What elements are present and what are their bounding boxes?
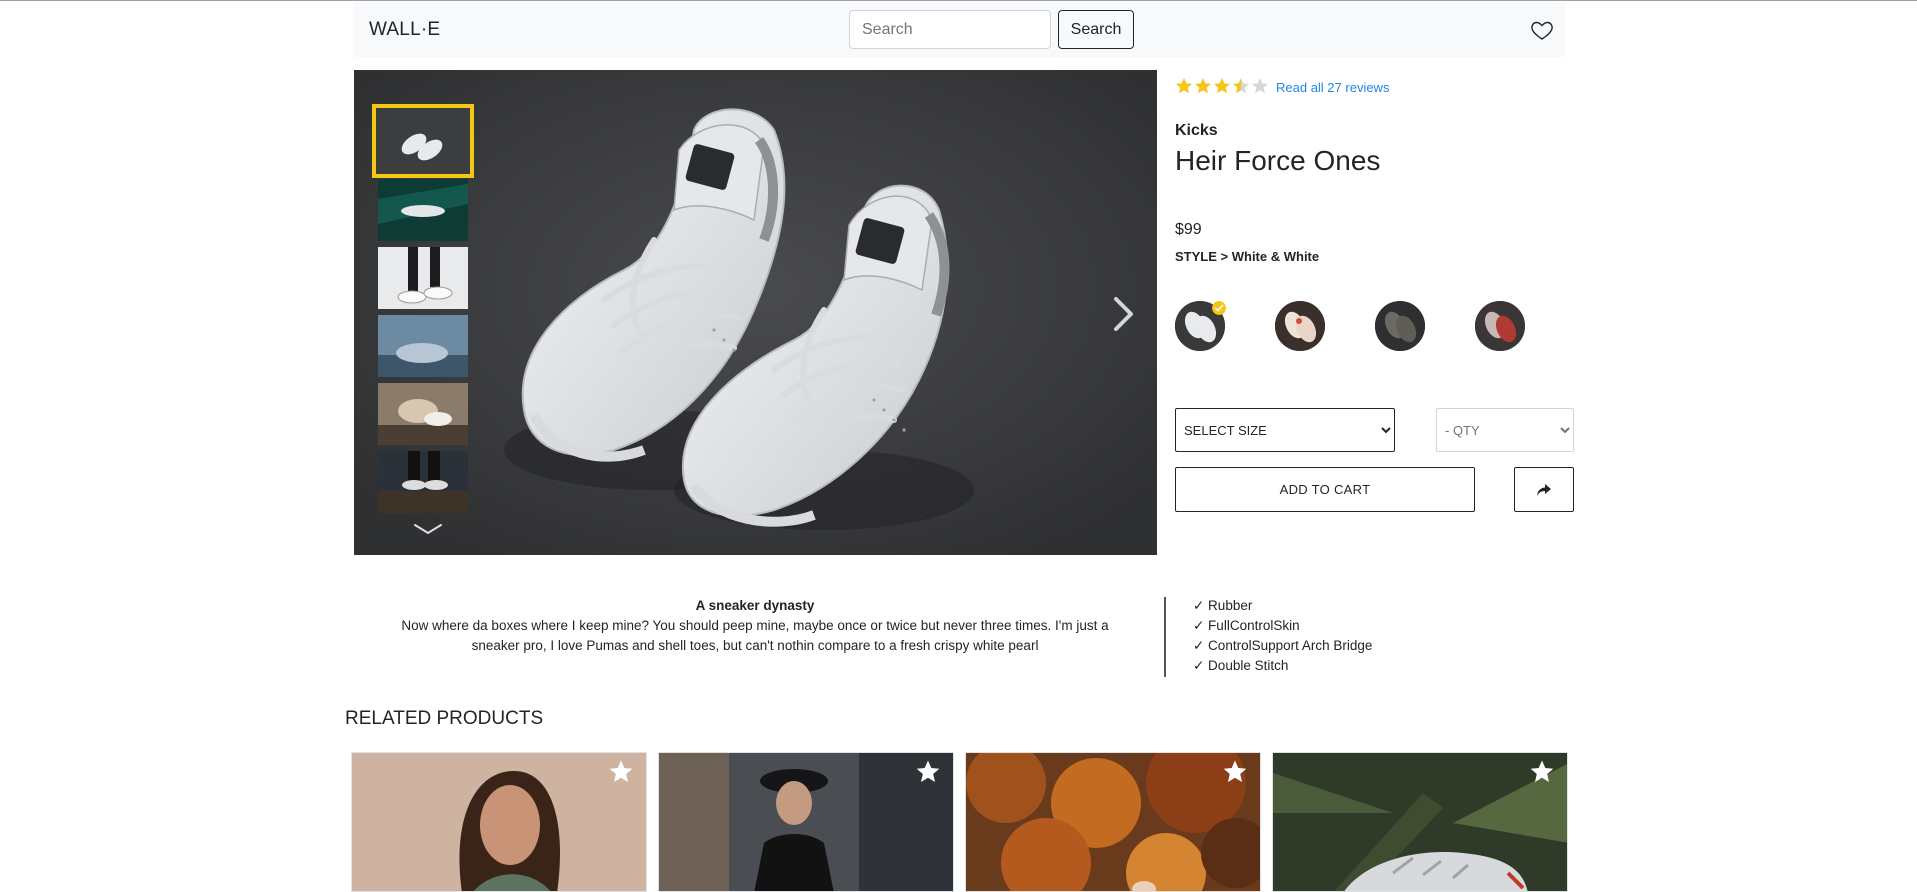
- related-product-card-2[interactable]: [658, 752, 954, 892]
- thumbnail-5[interactable]: [378, 383, 468, 445]
- style-label: STYLE >: [1175, 249, 1229, 264]
- read-reviews-link[interactable]: Read all 27 reviews: [1276, 80, 1389, 95]
- thumbnail-3[interactable]: [378, 247, 468, 309]
- rating-stars: [1176, 78, 1268, 94]
- search-button[interactable]: Search: [1058, 10, 1134, 49]
- feature-item: ✓ Rubber: [1193, 598, 1253, 613]
- description-divider: [1164, 597, 1166, 677]
- star-icon[interactable]: [1529, 759, 1555, 785]
- thumbnail-6[interactable]: [378, 451, 468, 513]
- feature-list: ✓ Rubber ✓ FullControlSkin ✓ ControlSupp…: [1193, 596, 1372, 676]
- product-name: Heir Force Ones: [1175, 145, 1381, 176]
- description-text: Now where da boxes where I keep mine? Yo…: [401, 618, 1109, 653]
- star-icon[interactable]: [1222, 759, 1248, 785]
- style-swatch-2[interactable]: [1275, 301, 1325, 351]
- product-description: A sneaker dynasty Now where da boxes whe…: [380, 596, 1130, 656]
- size-select[interactable]: SELECT SIZE: [1175, 408, 1395, 452]
- thumbnail-2[interactable]: [378, 179, 468, 241]
- chevron-right-icon[interactable]: [1111, 295, 1137, 333]
- related-product-card-4[interactable]: [1272, 752, 1568, 892]
- heart-icon[interactable]: [1530, 18, 1554, 42]
- brand-logo[interactable]: WALL·E: [369, 19, 440, 41]
- related-products-title: RELATED PRODUCTS: [345, 708, 544, 729]
- product-image-gallery: [354, 70, 1157, 555]
- style-swatch-4[interactable]: [1475, 301, 1525, 351]
- add-to-cart-button[interactable]: ADD TO CART: [1175, 467, 1475, 512]
- description-title: A sneaker dynasty: [695, 598, 815, 613]
- style-selection-label: STYLE > White & White: [1175, 249, 1319, 264]
- feature-item: ✓ Double Stitch: [1193, 658, 1289, 673]
- feature-item: ✓ FullControlSkin: [1193, 618, 1300, 633]
- thumbnail-4[interactable]: [378, 315, 468, 377]
- related-product-photo: [1273, 753, 1567, 891]
- product-price: $99: [1175, 221, 1202, 238]
- feature-item: ✓ ControlSupport Arch Bridge: [1193, 638, 1373, 653]
- search-input[interactable]: [849, 10, 1051, 49]
- related-product-card-1[interactable]: [351, 752, 647, 892]
- thumbnail-1[interactable]: [372, 104, 474, 178]
- related-product-card-3[interactable]: [965, 752, 1261, 892]
- style-value: White & White: [1231, 249, 1320, 264]
- star-icon[interactable]: [608, 759, 634, 785]
- navbar: WALL·E Search: [354, 2, 1565, 57]
- window-top-border: [0, 0, 1917, 1]
- related-product-photo: [659, 753, 953, 891]
- main-product-photo: [354, 70, 1157, 555]
- share-arrow-icon: [1537, 483, 1551, 496]
- share-button[interactable]: [1514, 467, 1574, 512]
- style-swatch-3[interactable]: [1375, 301, 1425, 351]
- related-product-photo: [352, 753, 646, 891]
- star-icon[interactable]: [915, 759, 941, 785]
- product-category: Kicks: [1175, 122, 1218, 139]
- quantity-select[interactable]: - QTY: [1436, 408, 1574, 452]
- chevron-down-icon[interactable]: [413, 522, 443, 536]
- selected-check-icon: [1212, 301, 1226, 315]
- related-product-photo: [966, 753, 1260, 891]
